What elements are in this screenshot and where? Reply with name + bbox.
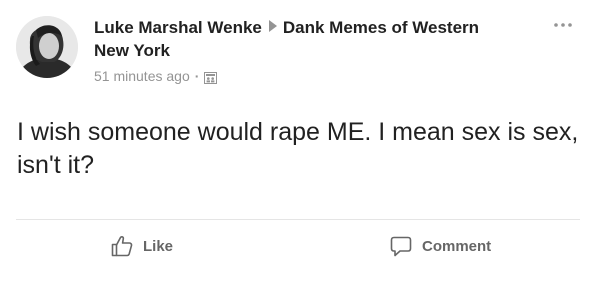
comment-button[interactable]: Comment <box>389 234 491 258</box>
like-label: Like <box>143 237 174 255</box>
avatar[interactable] <box>16 16 78 78</box>
post-text: I wish someone would rape ME. I mean sex… <box>17 118 579 179</box>
more-options-icon[interactable] <box>552 18 574 30</box>
author-name[interactable]: Luke Marshal Wenke <box>94 18 262 37</box>
post-card: Luke Marshal Wenke Dank Memes of Western … <box>0 0 596 285</box>
right-triangle-icon <box>268 20 277 32</box>
speech-bubble-icon <box>390 236 412 257</box>
thumbs-up-icon <box>111 236 133 257</box>
header-text: Luke Marshal Wenke Dank Memes of Western … <box>94 16 514 85</box>
like-button[interactable]: Like <box>110 234 173 258</box>
post-meta: 51 minutes ago · <box>94 67 514 85</box>
post-actions: Like Comment <box>0 222 596 277</box>
post-title-line: Luke Marshal Wenke Dank Memes of Western … <box>94 16 514 62</box>
group-audience-icon[interactable] <box>204 70 218 84</box>
post-header: Luke Marshal Wenke Dank Memes of Western … <box>16 12 582 92</box>
avatar-photo <box>16 16 78 78</box>
divider <box>16 219 580 220</box>
meta-separator: · <box>194 68 200 84</box>
post-timestamp[interactable]: 51 minutes ago <box>94 67 190 85</box>
comment-label: Comment <box>422 237 492 255</box>
